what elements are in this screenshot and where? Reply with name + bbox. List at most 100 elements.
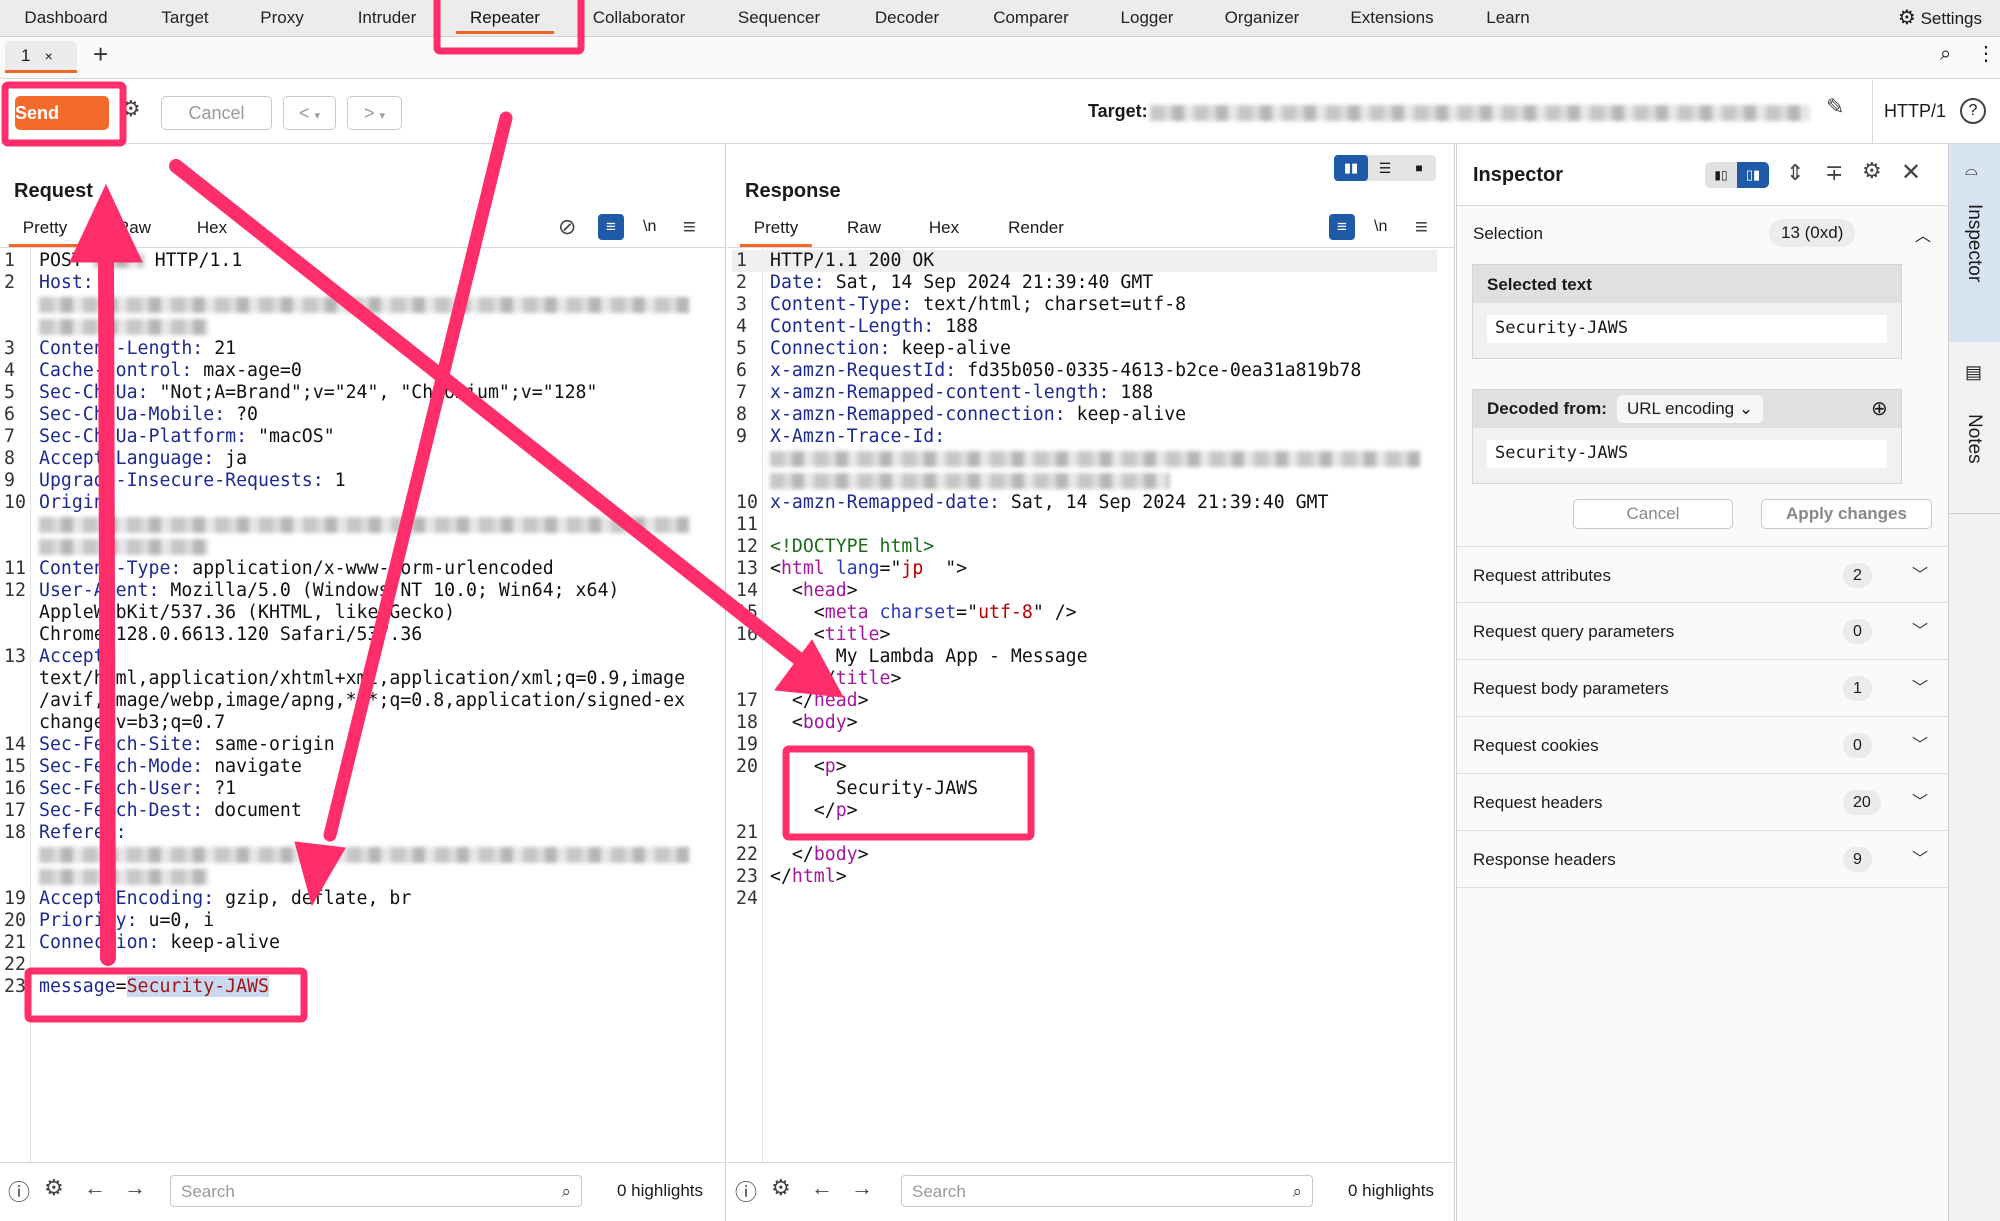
header-name: Cache-Control: [39,360,193,381]
nav-extensions[interactable]: Extensions [1350,0,1433,36]
selected-text-value[interactable]: Security-JAWS [1487,315,1887,343]
request-editor[interactable]: 1 POST HTTP/1.1 2 Host: 3 Content-Length: 21 4… [0,250,720,1150]
tab-render[interactable]: Render [1008,218,1064,238]
decoding-select[interactable]: URL encoding ⌄ [1617,395,1764,423]
gear-icon[interactable]: ⚙ [1862,158,1882,184]
help-icon[interactable]: ? [1960,98,1986,124]
history-back-button[interactable]: < ▾ [283,96,336,130]
arrow-left-icon[interactable]: ← [811,1175,833,1201]
layout-left-icon[interactable]: ▮▯ [1705,162,1737,188]
nav-repeater[interactable]: Repeater [456,0,554,36]
help-icon[interactable]: ⓘ [735,1175,757,1207]
sidebar-tab-notes[interactable]: ▤ Notes [1949,354,2000,514]
tab-raw[interactable]: Raw [117,218,151,238]
layout-tabs-icon[interactable]: ■ [1402,155,1436,181]
newline-toggle-icon[interactable]: \n [643,218,656,236]
nav-proxy[interactable]: Proxy [260,0,303,36]
settings-button[interactable]: ⚙ Settings [1898,0,1982,36]
nav-dashboard[interactable]: Dashboard [24,0,107,36]
gear-icon[interactable]: ⚙ [771,1175,791,1201]
arrow-right-icon[interactable]: → [124,1175,146,1201]
line-text: <!DOCTYPE html> [770,536,934,558]
code-token: ?1 [203,778,237,799]
line-text: text/html,application/xhtml+xml,applicat… [39,668,685,690]
code-line [732,470,1437,492]
layout-side-by-side-icon[interactable]: ▮▮ [1334,155,1368,181]
tab-pretty[interactable]: Pretty [8,218,82,247]
line-text: User-Agent: Mozilla/5.0 (Windows NT 10.0… [39,580,619,602]
inspector-cancel-button[interactable]: Cancel [1573,499,1733,529]
word-wrap-icon[interactable]: ≡ [598,214,624,240]
apply-changes-button[interactable]: Apply changes [1761,499,1932,529]
send-options-gear-icon[interactable]: ⚙ [121,96,141,122]
tab-hex[interactable]: Hex [197,218,227,238]
response-editor[interactable]: 1 HTTP/1.1 200 OK 2 Date: Sat, 14 Sep 2024 … [732,250,1437,1150]
inspector-section[interactable]: Request cookies 0 ﹀ [1457,717,1948,774]
layout-stacked-icon[interactable]: ☰ [1368,155,1402,181]
cancel-button[interactable]: Cancel [161,96,272,130]
response-title: Response [745,180,841,202]
inspector-section[interactable]: Request body parameters 1 ﹀ [1457,660,1948,717]
nav-organizer[interactable]: Organizer [1225,0,1300,36]
close-tab-icon[interactable]: × [45,48,53,64]
arrow-left-icon[interactable]: ← [84,1175,106,1201]
nav-intruder[interactable]: Intruder [358,0,417,36]
tab-hex[interactable]: Hex [929,218,959,238]
request-search-input[interactable]: Search ⌕ [170,1175,582,1207]
tab-pretty[interactable]: Pretty [739,218,813,247]
divider [1872,80,1873,144]
word-wrap-icon[interactable]: ≡ [1329,214,1355,240]
add-decoding-icon[interactable]: ⊕ [1871,396,1888,421]
more-options-icon[interactable]: ⋮ [1976,41,1996,66]
chevron-down-icon[interactable]: ﹀ [1912,717,1928,774]
nav-target[interactable]: Target [161,0,208,36]
search-icon[interactable]: ⌕ [1940,43,1951,66]
request-search-bar: ⓘ ⚙ ← → Search ⌕ 0 highlights [0,1162,726,1216]
nav-sequencer[interactable]: Sequencer [738,0,820,36]
line-number: 11 [736,514,758,535]
chevron-down-icon[interactable]: ﹀ [1912,774,1928,831]
response-search-input[interactable]: Search ⌕ [901,1175,1313,1207]
nav-collaborator[interactable]: Collaborator [593,0,686,36]
inspector-section[interactable]: Request attributes 2 ﹀ [1457,546,1948,603]
arrow-right-icon[interactable]: → [851,1175,873,1201]
chevron-down-icon[interactable]: ﹀ [1912,660,1928,717]
inspector-section[interactable]: Response headers 9 ﹀ [1457,831,1948,888]
expand-all-icon[interactable]: ⇕ [1786,160,1804,186]
code-token: "macOS" [247,426,335,447]
chevron-up-icon[interactable]: ︿ [1915,222,1931,246]
sidebar-tab-inspector[interactable]: ⌓ Inspector [1949,144,2000,342]
nav-logger[interactable]: Logger [1121,0,1174,36]
nav-comparer[interactable]: Comparer [993,0,1069,36]
close-icon[interactable]: ✕ [1901,158,1921,187]
hide-nonprintable-icon[interactable]: ⊘ [558,214,576,240]
chevron-down-icon[interactable]: ﹀ [1912,547,1928,604]
chevron-down-icon[interactable]: ﹀ [1912,603,1928,660]
repeater-tab-1[interactable]: 1 × [5,41,77,73]
gear-icon[interactable]: ⚙ [44,1175,64,1201]
header-name: Referer: [39,822,127,843]
layout-right-icon[interactable]: ▯▮ [1737,162,1769,188]
send-button[interactable]: Send [15,96,109,130]
menu-icon[interactable]: ≡ [683,214,696,240]
code-token: head [802,580,847,601]
inspector-section[interactable]: Request headers 20 ﹀ [1457,774,1948,831]
history-forward-button[interactable]: > ▾ [347,96,402,130]
add-tab-button[interactable]: + [93,39,108,70]
line-text [39,536,209,558]
edit-target-pencil-icon[interactable]: ✎ [1826,94,1844,120]
nav-decoder[interactable]: Decoder [875,0,939,36]
inspector-header: Inspector ▮▯ ▯▮ ⇕ ∓ ⚙ ✕ [1457,144,1948,206]
http-version-button[interactable]: HTTP/1 [1884,101,1946,122]
chevron-down-icon[interactable]: ﹀ [1912,831,1928,888]
decoded-value[interactable]: Security-JAWS [1487,440,1887,468]
code-line: 20 Priority: u=0, i [0,910,720,932]
newline-toggle-icon[interactable]: \n [1374,218,1387,236]
nav-learn[interactable]: Learn [1486,0,1529,36]
inspector-section[interactable]: Request query parameters 0 ﹀ [1457,603,1948,660]
line-number: 18 [736,712,758,733]
menu-icon[interactable]: ≡ [1415,214,1428,240]
collapse-all-icon[interactable]: ∓ [1825,160,1843,186]
help-icon[interactable]: ⓘ [8,1175,30,1207]
tab-raw[interactable]: Raw [847,218,881,238]
